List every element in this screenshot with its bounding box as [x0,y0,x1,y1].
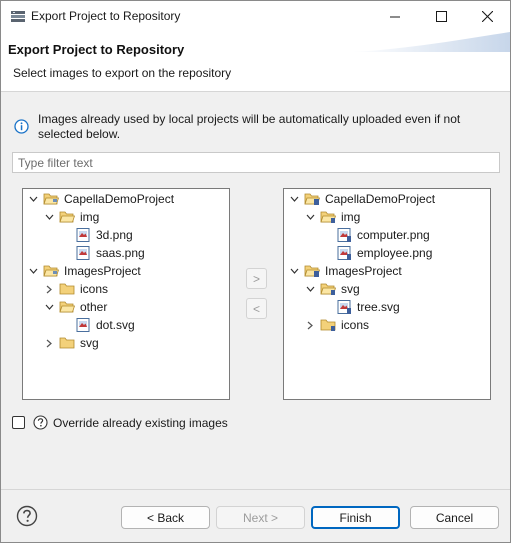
chevron-down-icon[interactable] [288,193,300,205]
maximize-button[interactable] [418,1,464,32]
folder-icon [59,337,75,349]
tree-node-label: computer.png [357,228,430,242]
tree-node-label: dot.svg [96,318,135,332]
tree-node-label: icons [341,318,370,332]
tree-node[interactable]: CapellaDemoProject [27,190,174,208]
tree-node[interactable]: dot.svg [75,316,135,334]
local-images-tree[interactable]: CapellaDemoProject img 3d.png saas.png I… [22,188,230,400]
open-project-icon [43,193,59,205]
minimize-button[interactable] [372,1,418,32]
tree-node-label: icons [80,282,109,296]
footer-separator [1,489,510,490]
tree-node-label: CapellaDemoProject [325,192,436,206]
page-title: Export Project to Repository [8,42,185,57]
add-to-repository-button[interactable]: > [246,268,267,289]
chevron-down-icon[interactable] [288,265,300,277]
repository-folder-icon [320,211,336,223]
tree-node-label: employee.png [357,246,433,260]
repository-folder-icon [320,283,336,295]
tree-node[interactable]: svg [43,334,99,352]
next-button[interactable]: Next > [216,506,305,529]
tree-node[interactable]: employee.png [336,244,432,262]
chevron-down-icon[interactable] [43,211,55,223]
repository-project-icon [304,265,320,277]
close-icon [481,11,493,22]
page-subtitle: Select images to export on the repositor… [13,66,232,80]
repository-images-tree[interactable]: CapellaDemoProject img computer.png empl… [283,188,491,400]
chevron-right-icon[interactable] [304,319,316,331]
tree-node[interactable]: saas.png [75,244,145,262]
tree-node[interactable]: 3d.png [75,226,133,244]
repository-image-icon [337,300,351,314]
repository-folder-icon [320,319,336,331]
chevron-right-icon[interactable] [43,337,55,349]
title-bar: Export Project to Repository [1,1,510,32]
tree-node[interactable]: img [43,208,99,226]
close-button[interactable] [464,1,510,32]
chevron-right-icon[interactable] [43,283,55,295]
override-label[interactable]: Override already existing images [53,416,228,430]
filter-input[interactable] [12,152,500,173]
tree-node-label: svg [80,336,99,350]
cancel-button[interactable]: Cancel [410,506,499,529]
tree-node[interactable]: img [304,208,360,226]
tree-node-label: ImagesProject [64,264,141,278]
export-dialog: Export Project to Repository Export Proj… [0,0,511,543]
open-project-icon [43,265,59,277]
tree-node-label: svg [341,282,360,296]
maximize-icon [435,11,447,22]
chevron-down-icon[interactable] [27,265,39,277]
help-button-icon[interactable] [16,505,38,527]
image-file-icon [76,246,90,260]
tree-node[interactable]: ImagesProject [27,262,141,280]
image-file-icon [76,228,90,242]
tree-node[interactable]: CapellaDemoProject [288,190,435,208]
minimize-icon [390,16,400,17]
chevron-down-icon[interactable] [27,193,39,205]
tree-node-label: tree.svg [357,300,400,314]
tree-node-label: saas.png [96,246,145,260]
repository-image-icon [337,246,351,260]
tree-node-label: ImagesProject [325,264,402,278]
help-icon[interactable] [33,415,48,430]
tree-node[interactable]: svg [304,280,360,298]
tree-node-label: img [80,210,100,224]
tree-node[interactable]: computer.png [336,226,430,244]
repository-image-icon [337,228,351,242]
banner-decoration [350,32,510,52]
chevron-down-icon[interactable] [304,283,316,295]
tree-node[interactable]: other [43,298,107,316]
header-banner: Export Project to Repository Select imag… [1,32,510,92]
image-file-icon [76,318,90,332]
app-icon [11,11,25,22]
tree-node-label: 3d.png [96,228,133,242]
open-folder-icon [59,211,75,223]
move-left-label: < [252,301,260,316]
tree-node-label: CapellaDemoProject [64,192,175,206]
tree-node[interactable]: icons [304,316,369,334]
tree-node[interactable]: icons [43,280,108,298]
folder-icon [59,283,75,295]
repository-project-icon [304,193,320,205]
chevron-down-icon[interactable] [43,301,55,313]
tree-node[interactable]: tree.svg [336,298,400,316]
remove-from-repository-button[interactable]: < [246,298,267,319]
tree-node-label: img [341,210,361,224]
tree-node-label: other [80,300,108,314]
override-checkbox[interactable] [12,416,25,429]
open-folder-icon [59,301,75,313]
chevron-down-icon[interactable] [304,211,316,223]
info-icon [14,119,29,134]
window-title: Export Project to Repository [31,9,181,23]
back-button[interactable]: < Back [121,506,210,529]
move-right-label: > [252,271,260,286]
tree-node[interactable]: ImagesProject [288,262,402,280]
info-message: Images already used by local projects wi… [38,112,461,141]
finish-button[interactable]: Finish [311,506,400,529]
